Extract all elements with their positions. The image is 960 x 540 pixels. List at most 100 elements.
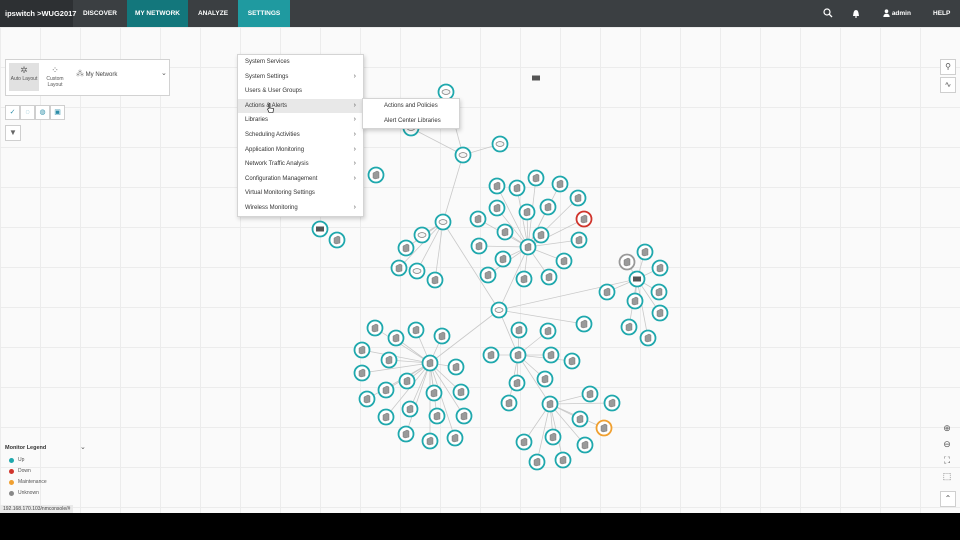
server-device-icon[interactable] <box>428 407 446 425</box>
group-select-icon[interactable]: ▣ <box>50 105 65 120</box>
lasso-tool-icon[interactable]: ◌ <box>20 105 35 120</box>
server-device-icon[interactable] <box>494 250 512 268</box>
server-device-icon[interactable] <box>390 259 408 277</box>
server-device-icon[interactable] <box>554 451 572 469</box>
menu-item-virtual-monitoring[interactable]: Virtual Monitoring Settings <box>238 186 363 201</box>
server-device-icon[interactable] <box>401 400 419 418</box>
server-device-icon[interactable] <box>527 169 545 187</box>
server-device-icon[interactable] <box>508 374 526 392</box>
server-device-icon[interactable] <box>328 231 346 249</box>
server-device-icon[interactable] <box>452 383 470 401</box>
server-device-icon[interactable] <box>353 341 371 359</box>
nav-analyze[interactable]: ANALYZE <box>188 0 238 27</box>
server-device-icon[interactable] <box>377 381 395 399</box>
server-device-icon[interactable] <box>598 283 616 301</box>
device-filter-icon[interactable]: ◍ <box>35 105 50 120</box>
server-device-icon[interactable] <box>425 384 443 402</box>
router-device-icon[interactable] <box>434 213 452 231</box>
server-device-icon[interactable] <box>636 243 654 261</box>
server-device-icon[interactable] <box>626 292 644 310</box>
select-area-icon[interactable]: ⬚ <box>940 469 954 483</box>
server-device-icon[interactable] <box>488 199 506 217</box>
menu-item-actions-alerts[interactable]: Actions & Alerts › <box>238 98 363 114</box>
server-device-icon[interactable] <box>398 372 416 390</box>
router-device-icon[interactable] <box>490 301 508 319</box>
server-device-icon[interactable] <box>496 223 514 241</box>
server-device-icon[interactable] <box>536 370 554 388</box>
server-device-icon[interactable] <box>397 239 415 257</box>
router-device-icon[interactable] <box>408 262 426 280</box>
server-device-icon[interactable] <box>544 428 562 446</box>
server-device-icon[interactable] <box>470 237 488 255</box>
zoom-out-icon[interactable]: ⊖ <box>940 437 954 451</box>
server-device-icon[interactable] <box>366 319 384 337</box>
server-device-icon[interactable] <box>510 321 528 339</box>
legend-toggle-chevron-icon[interactable]: ⌄ <box>80 441 86 455</box>
server-device-icon[interactable] <box>500 394 518 412</box>
help-link[interactable]: HELP <box>933 0 950 27</box>
server-device-icon[interactable] <box>358 390 376 408</box>
server-device-icon[interactable] <box>380 351 398 369</box>
server-device-icon[interactable] <box>540 268 558 286</box>
server-device-icon[interactable] <box>575 315 593 333</box>
server-device-icon[interactable] <box>367 166 385 184</box>
server-device-icon[interactable] <box>397 425 415 443</box>
network-select[interactable]: ⁂ My Network <box>76 69 117 78</box>
server-device-icon[interactable] <box>426 271 444 289</box>
server-device-icon[interactable] <box>542 346 560 364</box>
server-device-icon[interactable] <box>639 329 657 347</box>
map-properties-icon[interactable]: ⚲ <box>940 59 956 75</box>
switch-device-icon[interactable] <box>628 270 646 288</box>
server-device-icon[interactable] <box>528 453 546 471</box>
server-device-icon[interactable] <box>576 436 594 454</box>
menu-item-system-services[interactable]: System Services <box>238 55 363 70</box>
server-device-icon[interactable] <box>651 304 669 322</box>
server-device-icon[interactable] <box>570 231 588 249</box>
server-device-icon[interactable] <box>447 358 465 376</box>
server-device-icon[interactable] <box>469 210 487 228</box>
auto-layout-button[interactable]: ✲ Auto Layout <box>9 63 39 91</box>
user-menu[interactable]: admin <box>883 0 911 27</box>
server-device-icon[interactable] <box>571 410 589 428</box>
server-device-icon[interactable] <box>353 364 371 382</box>
submenu-item-alert-center-libraries[interactable]: Alert Center Libraries <box>363 114 459 129</box>
nav-settings[interactable]: SETTINGS <box>238 0 290 27</box>
server-device-icon[interactable] <box>620 318 638 336</box>
router-device-icon[interactable] <box>413 226 431 244</box>
chevron-down-icon[interactable]: ⌄ <box>161 69 167 77</box>
server-device-icon[interactable] <box>455 407 473 425</box>
switch-device-icon[interactable] <box>532 75 540 81</box>
menu-item-application-monitoring[interactable]: Application Monitoring › <box>238 143 363 158</box>
search-icon[interactable] <box>823 0 833 27</box>
server-device-icon[interactable] <box>446 429 464 447</box>
ipswitch-logo[interactable]: ipswitch >WUG2017 <box>0 0 76 27</box>
switch-device-icon[interactable] <box>311 220 329 238</box>
server-device-icon[interactable] <box>479 266 497 284</box>
pointer-tool-icon[interactable]: ✓ <box>5 105 20 120</box>
menu-item-configuration-management[interactable]: Configuration Management › <box>238 172 363 187</box>
collapse-up-icon[interactable]: ⌃ <box>940 491 956 507</box>
menu-item-scheduling[interactable]: Scheduling Activities › <box>238 128 363 143</box>
custom-layout-button[interactable]: ⁘ Custom Layout <box>40 63 70 91</box>
nav-discover[interactable]: DISCOVER <box>73 0 127 27</box>
server-device-icon[interactable] <box>515 270 533 288</box>
router-device-icon[interactable] <box>454 146 472 164</box>
filter-icon[interactable]: ▼ <box>5 125 21 141</box>
menu-item-network-traffic[interactable]: Network Traffic Analysis › <box>238 157 363 172</box>
server-device-icon[interactable] <box>581 385 599 403</box>
server-device-icon[interactable] <box>595 419 613 437</box>
server-device-icon[interactable] <box>650 283 668 301</box>
server-device-icon[interactable] <box>387 329 405 347</box>
menu-item-system-settings[interactable]: System Settings › <box>238 70 363 85</box>
server-device-icon[interactable] <box>555 252 573 270</box>
server-device-icon[interactable] <box>569 189 587 207</box>
server-device-icon[interactable] <box>539 322 557 340</box>
zoom-in-icon[interactable]: ⊕ <box>940 421 954 435</box>
server-device-icon[interactable] <box>551 175 569 193</box>
notification-bell-icon[interactable] <box>852 0 860 27</box>
server-device-icon[interactable] <box>618 253 636 271</box>
menu-item-wireless-monitoring[interactable]: Wireless Monitoring › <box>238 201 363 216</box>
server-device-icon[interactable] <box>532 226 550 244</box>
server-device-icon[interactable] <box>482 346 500 364</box>
server-device-icon[interactable] <box>603 394 621 412</box>
